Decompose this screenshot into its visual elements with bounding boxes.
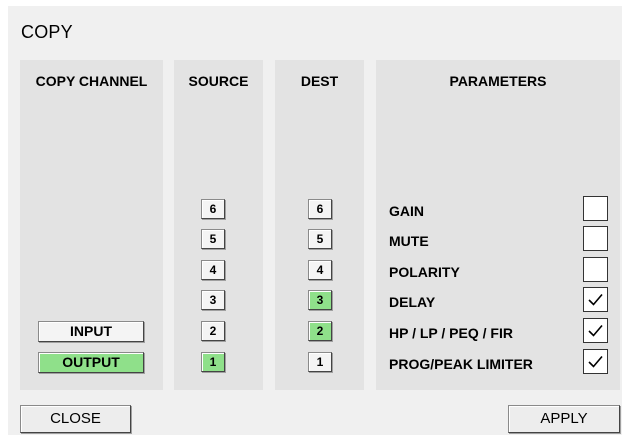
param-delay-checkbox[interactable] [583,287,608,312]
param-mute-label: MUTE [389,233,429,249]
param-mute-checkbox[interactable] [583,226,608,251]
input-button[interactable]: INPUT [38,321,144,342]
param-limiter-checkbox[interactable] [583,349,608,374]
dest-channel-2-button[interactable]: 2 [308,321,332,341]
source-channel-5-button[interactable]: 5 [201,229,225,249]
param-polarity-checkbox[interactable] [583,257,608,282]
checkmark-icon [588,355,603,368]
dest-channel-1-button[interactable]: 1 [308,352,332,372]
param-filters-checkbox[interactable] [583,318,608,343]
copy-channel-header: COPY CHANNEL [35,73,148,89]
dest-channel-3-button[interactable]: 3 [308,290,332,310]
dest-channel-6-button[interactable]: 6 [308,199,332,219]
apply-button[interactable]: APPLY [508,405,620,433]
dialog-title: COPY [21,22,73,42]
param-limiter-label: PROG/PEAK LIMITER [389,356,533,372]
checkmark-icon [588,324,603,337]
source-channel-6-button[interactable]: 6 [201,199,225,219]
source-channel-1-button[interactable]: 1 [201,352,225,372]
param-gain-checkbox[interactable] [583,196,608,221]
param-polarity-label: POLARITY [389,264,460,280]
param-filters-label: HP / LP / PEQ / FIR [389,325,513,341]
output-button[interactable]: OUTPUT [38,352,144,373]
source-channel-2-button[interactable]: 2 [201,321,225,341]
source-channel-4-button[interactable]: 4 [201,260,225,280]
param-delay-label: DELAY [389,294,436,310]
checkmark-icon [588,293,603,306]
close-button[interactable]: CLOSE [20,405,131,433]
param-gain-label: GAIN [389,203,424,219]
dest-channel-4-button[interactable]: 4 [308,260,332,280]
source-header: SOURCE [188,73,249,89]
dest-channel-5-button[interactable]: 5 [308,229,332,249]
source-channel-3-button[interactable]: 3 [201,290,225,310]
parameters-header: PARAMETERS [449,73,547,89]
dest-header: DEST [300,73,339,89]
